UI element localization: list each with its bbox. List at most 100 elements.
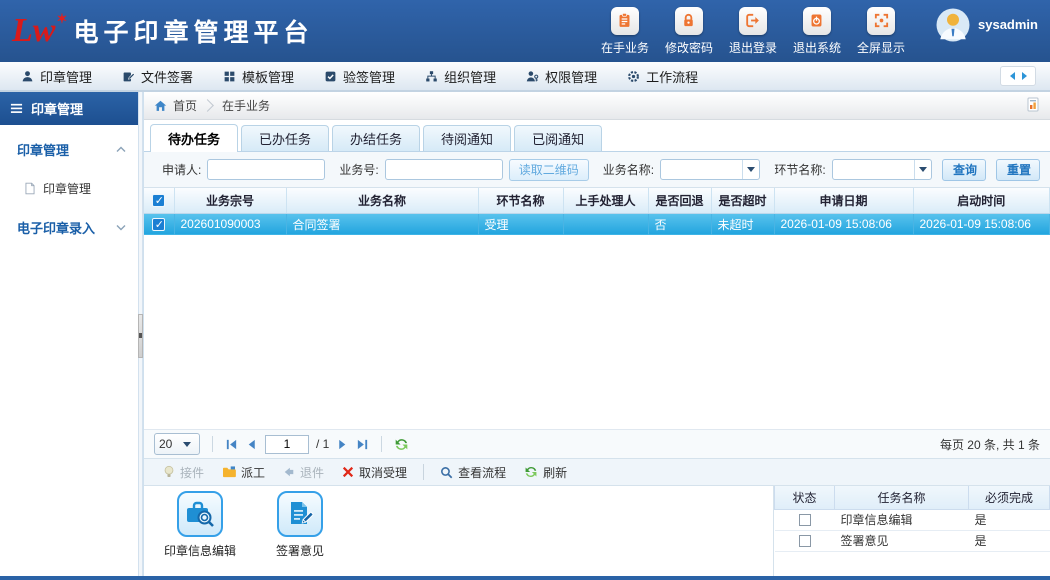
search-button[interactable]: 查询 (942, 159, 986, 181)
prev-page-button[interactable] (245, 438, 258, 451)
first-page-button[interactable] (225, 438, 238, 451)
col-business-name[interactable]: 业务名称 (286, 188, 478, 213)
tab-read-notices[interactable]: 已阅通知 (514, 125, 602, 151)
col-apply-date[interactable]: 申请日期 (774, 188, 913, 213)
cell-handler (563, 213, 648, 235)
tab-done-tasks[interactable]: 已办任务 (241, 125, 329, 151)
grid-header-row: 业务宗号 业务名称 环节名称 上手处理人 是否回退 是否超时 申请日期 启动时间 (144, 188, 1050, 213)
dispatch-button[interactable]: 派工 (213, 464, 274, 481)
brand: Lw✶ 电子印章管理平台 (12, 13, 313, 49)
business-no-input[interactable] (385, 159, 503, 180)
business-name-select[interactable] (660, 159, 760, 180)
menu-organization-management[interactable]: 组织管理 (410, 62, 511, 90)
cancel-accept-button[interactable]: 取消受理 (333, 464, 416, 481)
step-name-label: 环节名称: (774, 161, 825, 178)
cell-step-name: 受理 (478, 213, 563, 235)
task-checkbox[interactable] (799, 514, 811, 526)
user-info[interactable]: sysadmin (935, 7, 1038, 43)
menu-permission-management[interactable]: 权限管理 (511, 62, 612, 90)
task-grid: 业务宗号 业务名称 环节名称 上手处理人 是否回退 是否超时 申请日期 启动时间… (144, 188, 1050, 235)
clipboard-icon (611, 7, 639, 35)
action-in-hand-business[interactable]: 在手业务 (601, 7, 649, 56)
action-fullscreen[interactable]: 全屏显示 (857, 7, 905, 56)
action-logout[interactable]: 退出登录 (729, 7, 777, 56)
tab-pending-tasks[interactable]: 待办任务 (150, 124, 238, 152)
task-required: 是 (969, 530, 1050, 551)
action-label: 退出登录 (729, 39, 777, 56)
task-checkbox[interactable] (799, 535, 811, 547)
business-name-label: 业务名称: (603, 161, 654, 178)
menu-verification-management[interactable]: 验签管理 (309, 62, 410, 90)
panel-refresh-icon[interactable] (1026, 97, 1040, 115)
task-tabs: 待办任务 已办任务 办结任务 待阅通知 已阅通知 (144, 120, 1050, 152)
menu-label: 文件签署 (141, 67, 193, 86)
tab-unread-notices[interactable]: 待阅通知 (423, 125, 511, 151)
tab-label: 办结任务 (350, 129, 402, 148)
user-icon (21, 70, 34, 83)
sidebar-group-label: 电子印章录入 (17, 218, 95, 237)
menu-seal-management[interactable]: 印章管理 (6, 62, 107, 90)
table-row[interactable]: 202601090003 合同签署 受理 否 未超时 2026-01-09 15… (144, 213, 1050, 235)
avatar (935, 7, 971, 43)
tab-closed-tasks[interactable]: 办结任务 (332, 125, 420, 151)
sidebar-group-seal-management[interactable]: 印章管理 (0, 125, 138, 174)
divider (423, 464, 424, 480)
applicant-input[interactable] (207, 159, 325, 180)
main-menubar: 印章管理 文件签署 模板管理 验签管理 组织管理 权限管理 工作流程 (0, 62, 1050, 92)
sidebar-splitter[interactable] (138, 92, 143, 576)
next-page-button[interactable] (336, 438, 349, 451)
lock-icon (675, 7, 703, 35)
refresh-button[interactable]: 刷新 (515, 464, 576, 481)
divider (381, 436, 382, 452)
tool-label: 派工 (241, 464, 265, 481)
page-number-input[interactable] (265, 435, 309, 454)
page-size-select[interactable]: 20 (154, 433, 200, 455)
cell-overtime: 未超时 (711, 213, 774, 235)
action-change-password[interactable]: 修改密码 (665, 7, 713, 56)
divider (212, 436, 213, 452)
col-handler[interactable]: 上手处理人 (563, 188, 648, 213)
splitter-handle[interactable] (138, 314, 143, 358)
filter-bar: 申请人: 业务号: 读取二维码 业务名称: 环节名称: 查询 重置 (144, 152, 1050, 188)
step-name-select[interactable] (832, 159, 932, 180)
window-bottom-border (0, 576, 1050, 580)
select-all-checkbox[interactable] (152, 194, 165, 207)
sidebar-group-eseal-entry[interactable]: 电子印章录入 (0, 203, 138, 252)
reset-button[interactable]: 重置 (996, 159, 1040, 181)
view-flow-button[interactable]: 查看流程 (431, 464, 515, 481)
col-returned[interactable]: 是否回退 (648, 188, 711, 213)
menu-label: 印章管理 (40, 67, 92, 86)
tool-label: 退件 (300, 464, 324, 481)
breadcrumb-separator-icon (201, 99, 214, 112)
cell-apply-date: 2026-01-09 15:08:06 (774, 213, 913, 235)
row-checkbox[interactable] (152, 218, 165, 231)
last-page-button[interactable] (356, 438, 369, 451)
read-qrcode-button[interactable]: 读取二维码 (509, 159, 589, 181)
col-case-no[interactable]: 业务宗号 (174, 188, 286, 213)
shortcut-sign-opinion[interactable]: 签署意见 (276, 491, 324, 576)
col-overtime[interactable]: 是否超时 (711, 188, 774, 213)
action-label: 退出系统 (793, 39, 841, 56)
cell-returned: 否 (648, 213, 711, 235)
top-header: Lw✶ 电子印章管理平台 在手业务 修改密码 退出登录 (0, 0, 1050, 62)
menu-template-management[interactable]: 模板管理 (208, 62, 309, 90)
sidebar-item-seal-management[interactable]: 印章管理 (0, 174, 138, 203)
col-step-name[interactable]: 环节名称 (478, 188, 563, 213)
grid-refresh-icon[interactable] (394, 437, 409, 452)
action-label: 全屏显示 (857, 39, 905, 56)
breadcrumb-home[interactable]: 首页 (154, 97, 197, 114)
tab-label: 待办任务 (168, 129, 220, 148)
breadcrumb-current[interactable]: 在手业务 (222, 97, 270, 114)
col-start-time[interactable]: 启动时间 (913, 188, 1050, 213)
task-table-header: 状态 任务名称 必须完成 (775, 486, 1050, 509)
menu-workflow[interactable]: 工作流程 (612, 62, 713, 90)
verify-icon (324, 70, 337, 83)
menubar-scroll-arrows[interactable] (1000, 66, 1036, 86)
task-name: 签署意见 (835, 530, 969, 551)
magnifier-icon (440, 466, 453, 479)
shortcut-seal-info-edit[interactable]: 印章信息编辑 (164, 491, 236, 576)
page-total: / 1 (316, 437, 329, 451)
menu-file-signing[interactable]: 文件签署 (107, 62, 208, 90)
action-exit-system[interactable]: 退出系统 (793, 7, 841, 56)
workflow-icon (627, 70, 640, 83)
